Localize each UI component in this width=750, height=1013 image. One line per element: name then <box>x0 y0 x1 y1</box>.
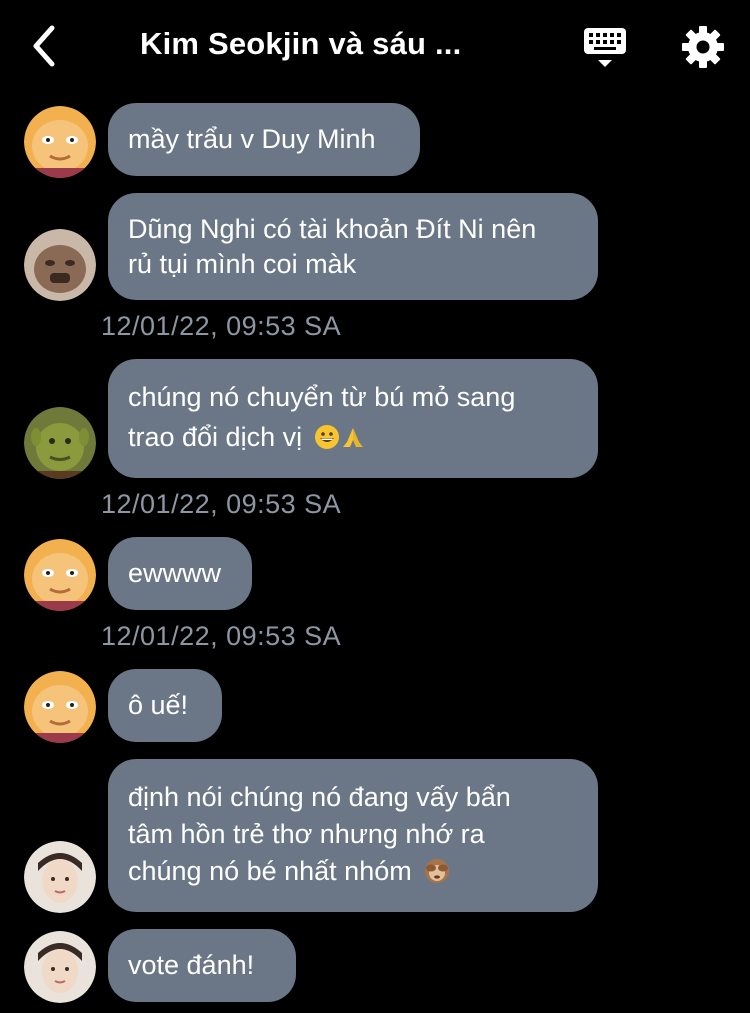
message-text: ô uế! <box>128 690 189 720</box>
message-text: ewwww <box>128 558 222 588</box>
see-no-evil-monkey-icon <box>425 859 450 883</box>
message-line: rủ tụi mình coi màk <box>128 249 357 279</box>
message-bubble[interactable]: định nói chúng nó đang vấy bẩn tâm hồn t… <box>108 759 598 912</box>
message-text: vote đánh! <box>128 950 255 980</box>
timestamp: 12/01/22, 09:53 SA <box>101 621 342 651</box>
grinning-face-icon <box>314 425 339 449</box>
gear-icon <box>682 26 724 68</box>
keyboard-button[interactable] <box>582 26 630 70</box>
settings-button[interactable] <box>680 24 726 70</box>
message-bubble[interactable]: Dũng Nghi có tài khoản Đít Ni nên rủ tụi… <box>108 193 598 300</box>
face-avatar-green[interactable] <box>24 407 96 479</box>
photo-avatar-person[interactable] <box>24 841 96 913</box>
praying-hands-icon <box>342 428 363 447</box>
message-line-text: trao đổi dịch vị <box>128 422 303 452</box>
timestamp: 12/01/22, 09:53 SA <box>101 311 342 341</box>
message-bubble[interactable]: ewwww <box>108 537 252 610</box>
face-avatar-brown[interactable] <box>24 229 96 301</box>
message-bubble[interactable]: vote đánh! <box>108 929 296 1002</box>
chevron-left-icon <box>33 25 55 67</box>
message-line: trao đổi dịch vị <box>128 417 578 457</box>
message-bubble[interactable]: mầy trẩu v Duy Minh <box>108 103 420 176</box>
photo-avatar-person[interactable] <box>24 931 96 1003</box>
message-line: chúng nó bé nhất nhóm <box>128 853 578 890</box>
message-line: định nói chúng nó đang vấy bẩn <box>128 782 511 812</box>
back-button[interactable] <box>26 22 66 70</box>
chat-header: Kim Seokjin và sáu ... <box>0 0 750 95</box>
keyboard-icon <box>584 28 626 67</box>
face-avatar-orange[interactable] <box>24 671 96 743</box>
chat-title[interactable]: Kim Seokjin và sáu ... <box>140 26 540 62</box>
message-bubble[interactable]: ô uế! <box>108 669 222 742</box>
timestamp: 12/01/22, 09:53 SA <box>101 489 342 519</box>
message-line: Dũng Nghi có tài khoản Đít Ni nên <box>128 214 537 244</box>
message-text: mầy trẩu v Duy Minh <box>128 124 376 154</box>
face-avatar-orange[interactable] <box>24 106 96 178</box>
message-line: tâm hồn trẻ thơ nhưng nhớ ra <box>128 819 485 849</box>
message-bubble[interactable]: chúng nó chuyển từ bú mỏ sang trao đổi d… <box>108 359 598 478</box>
message-line-text: chúng nó bé nhất nhóm <box>128 856 412 886</box>
face-avatar-orange[interactable] <box>24 539 96 611</box>
message-line: chúng nó chuyển từ bú mỏ sang <box>128 382 516 412</box>
